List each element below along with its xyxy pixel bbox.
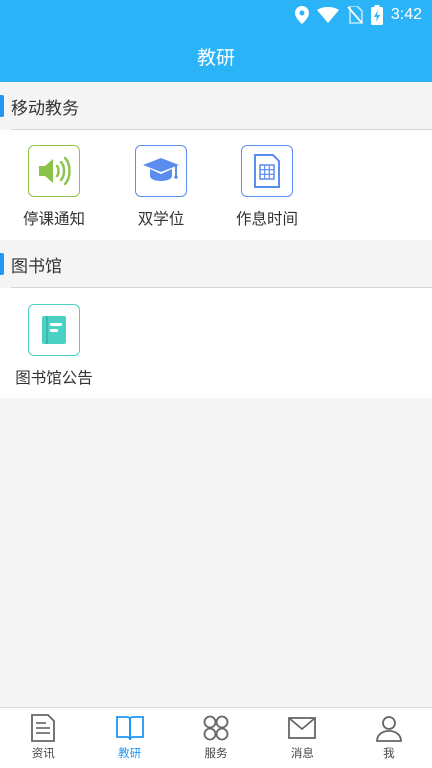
tile	[28, 145, 80, 197]
status-time: 3:42	[390, 6, 422, 23]
bottom-tab-bar: 资讯 教研 服务 消息 我	[0, 707, 432, 768]
tab-news[interactable]: 资讯	[0, 708, 86, 768]
battery-charging-icon	[370, 5, 383, 25]
grid-item-schedule[interactable]: 作息时间	[214, 145, 320, 229]
tab-services[interactable]: 服务	[173, 708, 259, 768]
person-icon	[375, 716, 402, 742]
timetable-icon	[254, 154, 280, 188]
tile	[135, 145, 187, 197]
no-sim-icon	[347, 6, 363, 24]
section-accent-bar	[0, 95, 4, 117]
open-book-icon	[115, 716, 144, 741]
services-icon	[203, 715, 229, 741]
location-icon	[294, 6, 309, 24]
tab-messages[interactable]: 消息	[259, 708, 345, 768]
grid-item-label: 作息时间	[235, 210, 298, 228]
app-bar: 教研	[0, 30, 432, 82]
grid-item-double-degree[interactable]: 双学位	[108, 145, 214, 229]
grid-item-library-notice[interactable]: 图书馆公告	[1, 304, 107, 388]
tab-me[interactable]: 我	[346, 708, 432, 768]
tab-label: 我	[383, 746, 395, 760]
section-panel-library: 图书馆公告	[0, 288, 432, 398]
tile	[241, 145, 293, 197]
tab-label: 教研	[118, 746, 142, 760]
speaker-icon	[39, 156, 71, 186]
tab-label: 服务	[204, 746, 228, 760]
wifi-icon	[316, 7, 339, 23]
tab-label: 资讯	[31, 746, 55, 760]
tab-label: 消息	[290, 746, 314, 760]
grid-item-label: 停课通知	[22, 210, 85, 228]
section-panel-mobile-academic: 停课通知 双学位 作息时间	[0, 130, 432, 240]
section-title: 移动教务	[11, 98, 79, 119]
page-title: 教研	[196, 46, 235, 69]
status-bar: 3:42	[0, 0, 432, 30]
book-icon	[42, 316, 66, 344]
section-header-library: 图书馆	[0, 240, 432, 288]
tab-teaching[interactable]: 教研	[86, 708, 172, 768]
graduation-cap-icon	[143, 158, 179, 181]
section-header-mobile-academic: 移动教务	[0, 82, 432, 130]
mail-icon	[288, 717, 317, 739]
grid-item-label: 图书馆公告	[15, 369, 93, 387]
grid-item-class-suspension[interactable]: 停课通知	[1, 145, 107, 229]
grid-item-label: 双学位	[137, 210, 185, 228]
section-accent-bar	[0, 253, 4, 275]
tile	[28, 304, 80, 356]
section-title: 图书馆	[11, 256, 62, 277]
news-icon	[31, 714, 56, 742]
